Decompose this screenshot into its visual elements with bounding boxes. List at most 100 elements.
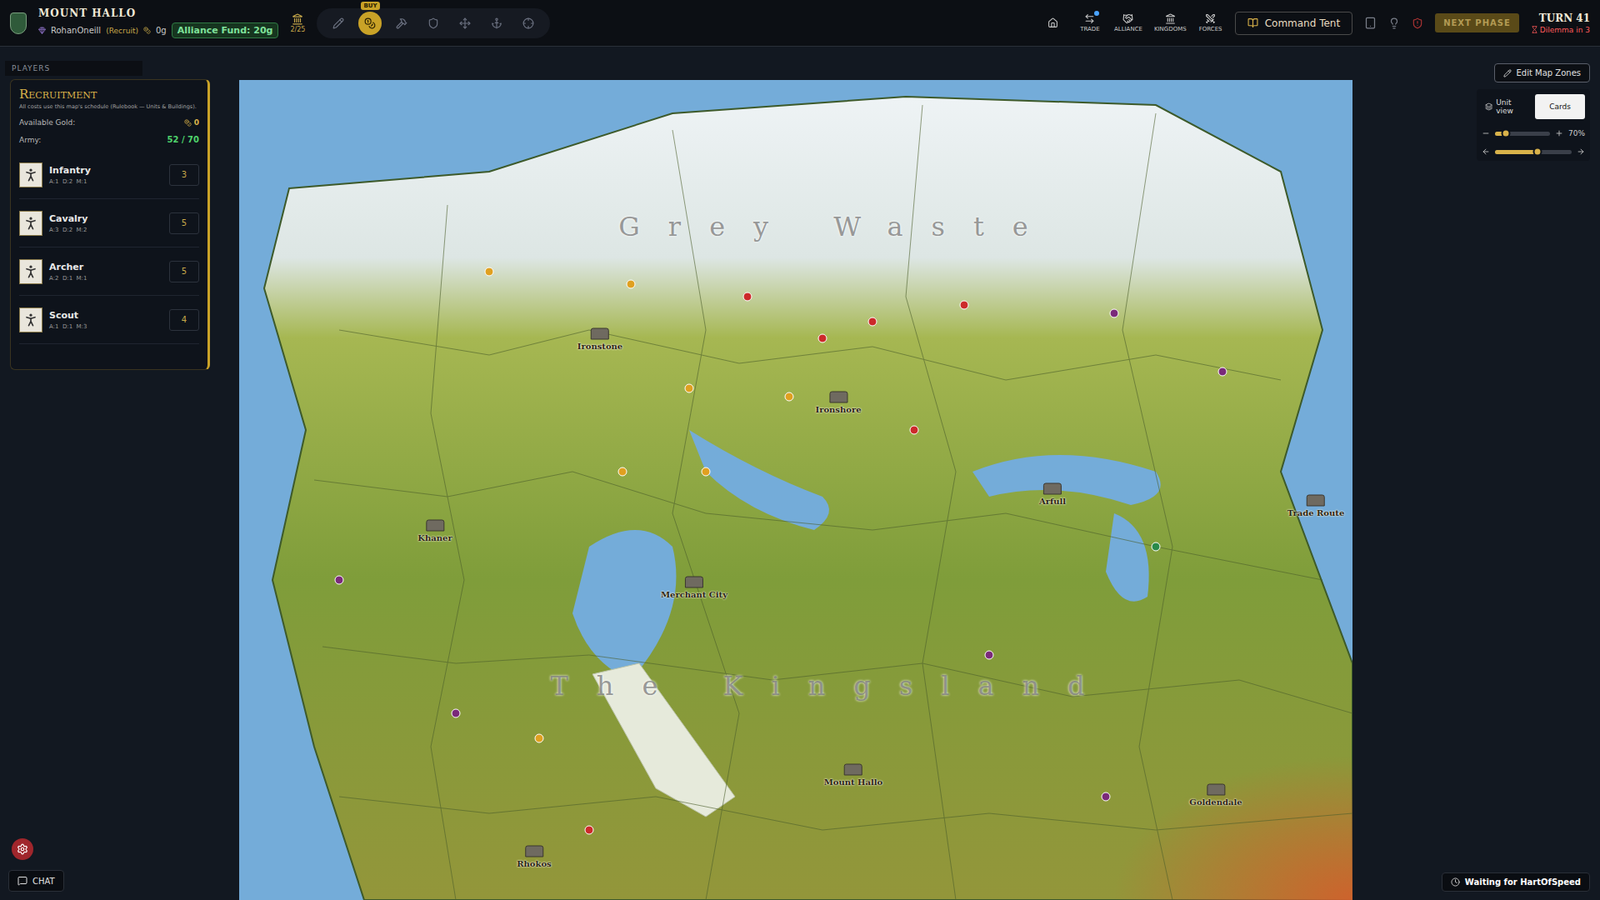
- player-gold: 0g: [155, 25, 167, 35]
- settings-button[interactable]: [11, 838, 34, 860]
- tool-badge: BUY: [360, 1, 380, 10]
- city-label[interactable]: Arfull: [1039, 483, 1066, 506]
- kingdom-logo-icon: [10, 12, 27, 35]
- panel-title: Recruitment: [19, 86, 200, 102]
- tool-button[interactable]: [453, 11, 477, 35]
- players-tab[interactable]: PLAYERS: [5, 60, 143, 76]
- nav-icon: [1047, 17, 1059, 29]
- unit-stats: A:1 D:1 M:3: [49, 323, 163, 330]
- game-screen: MOUNT HALLORohanOneill(Recruit)0gAllianc…: [0, 0, 1600, 900]
- city-label[interactable]: Ironshore: [815, 391, 861, 415]
- tool-button[interactable]: [390, 11, 414, 35]
- nav-item[interactable]: ALLIANCE: [1114, 13, 1143, 33]
- pan-slider[interactable]: [1495, 150, 1572, 155]
- command-tent-button[interactable]: Command Tent: [1235, 11, 1353, 35]
- map-terrain-icon: [239, 80, 1353, 900]
- gear-icon: [16, 843, 29, 855]
- region-label: The Kingsland: [550, 670, 1113, 702]
- unit-row[interactable]: InfantryA:1 D:2 M:13: [19, 150, 200, 200]
- castle-icon: [829, 391, 848, 404]
- player-name: RohanOneill: [50, 25, 101, 35]
- city-label[interactable]: Goldendale: [1189, 784, 1242, 807]
- nav-item[interactable]: [1040, 17, 1066, 29]
- city-label[interactable]: Trade Route: [1287, 495, 1345, 518]
- arrow-left-icon[interactable]: [1481, 147, 1490, 156]
- tool-icon: [364, 17, 376, 30]
- unit-name: Scout: [49, 310, 163, 321]
- treasury[interactable]: 2/25: [290, 13, 305, 34]
- unit-row[interactable]: ArcherA:2 D:1 M:15: [19, 247, 200, 296]
- tool-button[interactable]: [485, 11, 509, 35]
- minus-icon[interactable]: [1481, 129, 1490, 138]
- unit-cost[interactable]: 5: [169, 212, 200, 235]
- player-icon: [38, 26, 46, 35]
- game-map[interactable]: Grey Waste The Kingsland Ironstone Ironshor…: [239, 80, 1353, 900]
- view-toggle-button[interactable]: Cards: [1535, 94, 1585, 120]
- pencil-icon: [1503, 69, 1512, 78]
- city-label[interactable]: Merchant City: [660, 576, 728, 600]
- hourglass-icon: [1530, 25, 1539, 34]
- unit-portrait-icon: [19, 307, 43, 333]
- lightbulb-icon: [1388, 17, 1400, 30]
- unit-portrait-icon: [19, 162, 43, 188]
- gold-icon: [184, 119, 192, 127]
- army-row: Army:52 / 70: [19, 135, 200, 145]
- unit-portrait-icon: [19, 259, 43, 285]
- unit-stats: A:1 D:2 M:1: [49, 178, 163, 185]
- nav-icon: [1122, 13, 1134, 25]
- plus-icon[interactable]: [1555, 129, 1564, 138]
- unit-cost[interactable]: 3: [169, 164, 200, 186]
- zoom-reading: 70%: [1568, 129, 1585, 138]
- book-icon: [1247, 17, 1259, 29]
- tool-icon: [332, 17, 345, 30]
- tool-icon: [459, 17, 471, 30]
- castle-icon: [590, 328, 610, 340]
- unit-cost[interactable]: 5: [169, 260, 200, 283]
- nav-badge: [1094, 10, 1100, 16]
- tool-button[interactable]: [421, 11, 445, 35]
- unit-cost[interactable]: 4: [169, 309, 200, 331]
- nav-item[interactable]: FORCES: [1198, 13, 1224, 33]
- shield-alert-icon: [1411, 17, 1424, 30]
- castle-icon: [425, 520, 445, 532]
- right-column: Edit Map ZonesUnit viewCards70%Waiting f…: [1352, 46, 1600, 900]
- next-phase-button[interactable]: NEXT PHASE: [1435, 13, 1520, 33]
- city-label[interactable]: Mount Hallo: [824, 764, 884, 787]
- tool-button[interactable]: [516, 11, 540, 35]
- gold-row: Available Gold:0: [19, 118, 200, 127]
- view-toggle-button[interactable]: Unit view: [1481, 94, 1532, 120]
- arrow-right-icon[interactable]: [1576, 147, 1585, 156]
- map-controls: Unit viewCards 70%: [1476, 89, 1590, 161]
- nav-item[interactable]: KINGDOMS: [1154, 13, 1187, 33]
- tool-button[interactable]: BUY: [358, 11, 382, 35]
- recruitment-panel: RecruitmentAll costs use this map's sche…: [10, 79, 210, 370]
- unit-row[interactable]: Scout A:1 D:1 M:3 4: [19, 295, 200, 345]
- pan-row: [1481, 147, 1585, 156]
- tool-icon: [427, 17, 440, 30]
- city-label[interactable]: Rhokos: [516, 845, 551, 869]
- hint-button[interactable]: [1388, 17, 1400, 30]
- city-label[interactable]: Ironstone: [577, 328, 623, 351]
- city-label[interactable]: Khaner: [417, 520, 452, 543]
- turn-label: TURN 41: [1539, 12, 1590, 25]
- nav-label: TRADE: [1080, 25, 1100, 33]
- nav-label: KINGDOMS: [1154, 25, 1187, 33]
- region-label: Grey Waste: [618, 210, 1056, 243]
- unit-row[interactable]: CavalryA:3 D:2 M:25: [19, 199, 200, 248]
- nav-item[interactable]: TRADE: [1077, 13, 1103, 33]
- tool-button[interactable]: [326, 11, 350, 35]
- kingdom-title: MOUNT HALLO: [38, 7, 279, 20]
- top-bar: MOUNT HALLORohanOneill(Recruit)0gAllianc…: [0, 0, 1600, 47]
- zoom-slider[interactable]: [1495, 131, 1550, 136]
- tool-group: BUY: [316, 8, 550, 39]
- unit-name: Cavalry: [49, 213, 163, 225]
- kingdom-info: MOUNT HALLORohanOneill(Recruit)0gAllianc…: [38, 7, 279, 39]
- chat-button[interactable]: CHAT: [8, 870, 65, 892]
- edit-map-zones-button[interactable]: Edit Map Zones: [1494, 63, 1591, 83]
- left-column: PLAYERS RecruitmentAll costs use this map…: [0, 46, 240, 900]
- tablet-button[interactable]: [1364, 16, 1377, 30]
- tool-icon: [522, 17, 535, 30]
- clock-icon: [1450, 877, 1460, 887]
- alert-button[interactable]: [1411, 17, 1424, 30]
- layers-icon: [1485, 102, 1493, 111]
